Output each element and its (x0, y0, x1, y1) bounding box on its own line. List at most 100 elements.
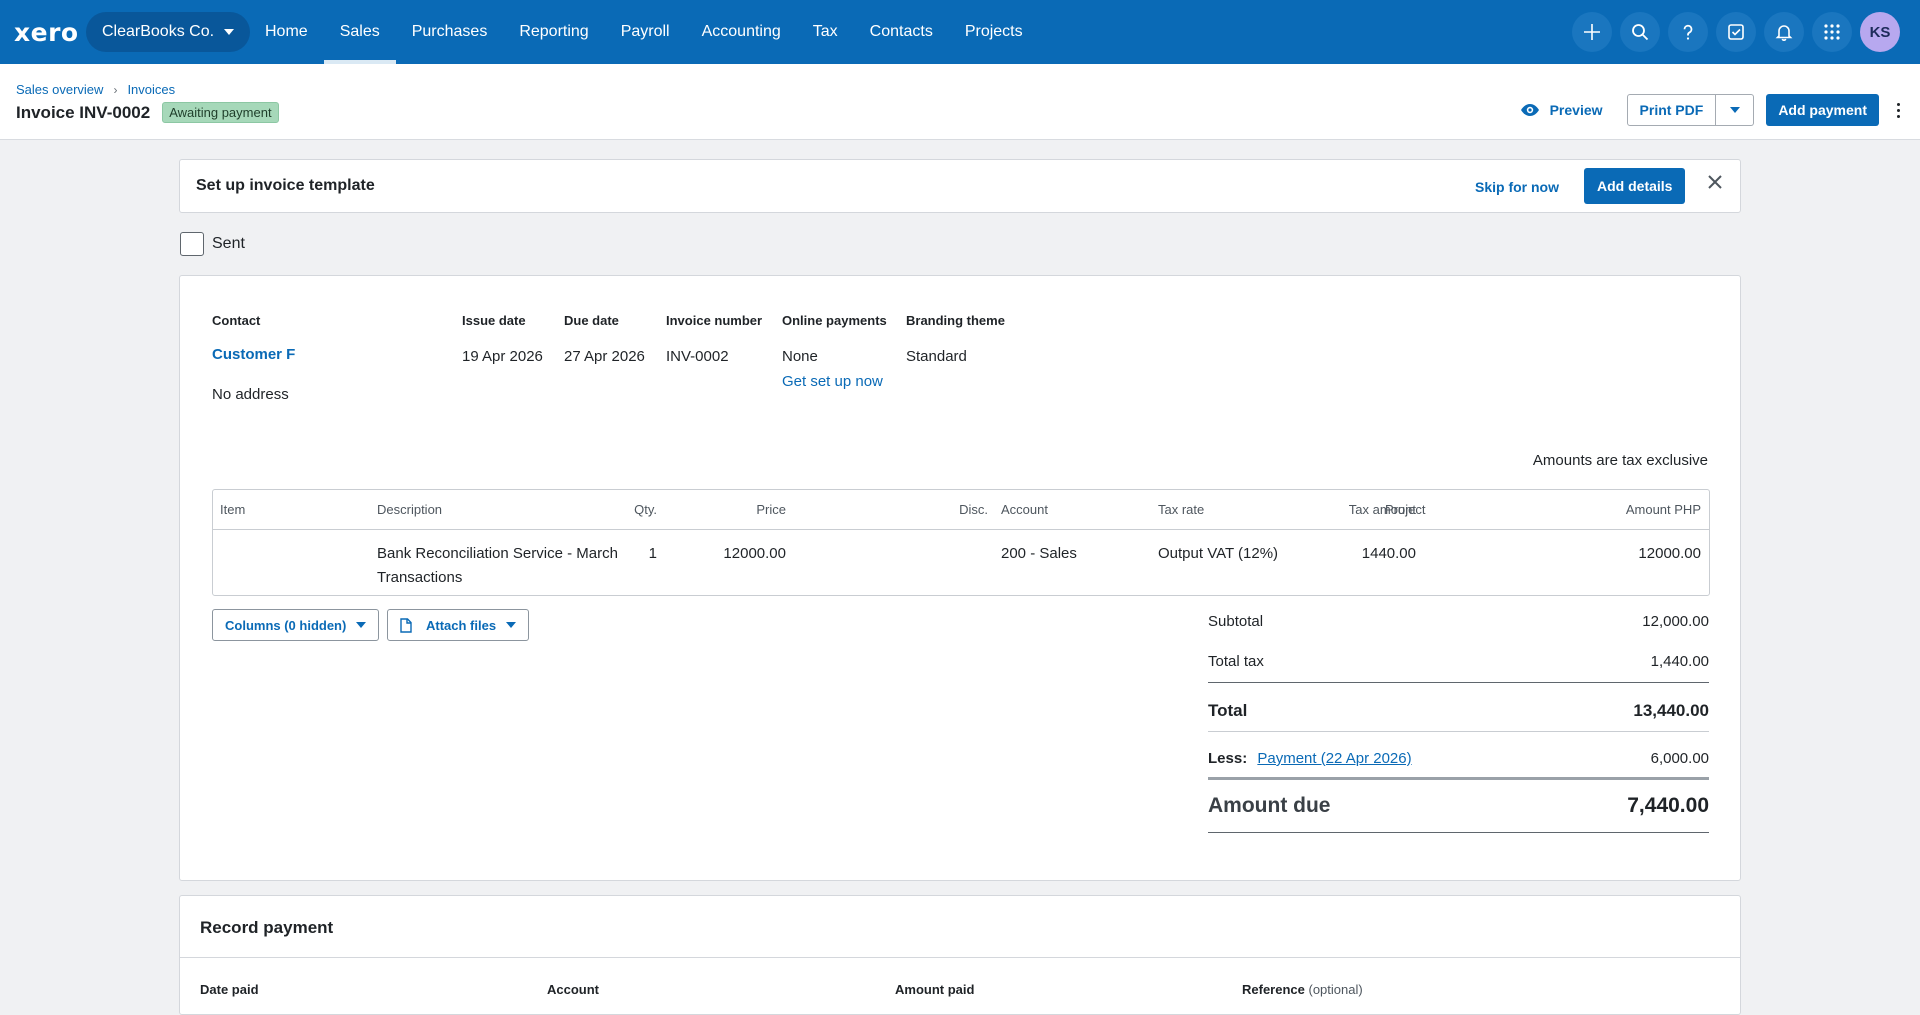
total-value: 13,440.00 (1633, 701, 1709, 720)
issue-date-value: 19 Apr 2026 (462, 348, 543, 365)
sent-checkbox[interactable] (180, 232, 204, 256)
breadcrumb-sales-overview[interactable]: Sales overview (16, 82, 103, 97)
optional-hint: (optional) (1308, 982, 1363, 997)
subtotal-row: Subtotal 12,000.00 (1208, 613, 1709, 630)
user-avatar[interactable]: KS (1860, 12, 1900, 52)
columns-button[interactable]: Columns (0 hidden) (212, 609, 380, 641)
chevron-down-icon (506, 622, 517, 628)
invoice-card: Contact Issue date Due date Invoice numb… (179, 275, 1741, 881)
xero-logo[interactable]: xero (14, 18, 79, 47)
preview-label: Preview (1549, 102, 1603, 118)
bell-icon[interactable] (1764, 12, 1804, 52)
account-label: Account (547, 982, 599, 997)
total-tax-value: 1,440.00 (1650, 653, 1709, 670)
branding-theme-value: Standard (906, 348, 967, 365)
top-navigation: xero ClearBooks Co. Home Sales Purchases… (0, 0, 1920, 64)
line-price[interactable]: 12000.00 (723, 542, 786, 566)
column-project: Project (1385, 502, 1426, 517)
column-item: Item (220, 502, 246, 517)
line-description-line-1: Bank Reconciliation Service - March (377, 545, 618, 562)
page-header: Sales overview › Invoices Invoice INV-00… (0, 64, 1920, 140)
global-actions: KS (1572, 12, 1900, 52)
line-account[interactable]: 200 - Sales (1001, 542, 1077, 566)
amount-due-value: 7,440.00 (1627, 794, 1709, 817)
column-price: Price (756, 502, 786, 517)
line-amount[interactable]: 12000.00 (1638, 542, 1701, 566)
amount-paid-label: Amount paid (895, 982, 975, 997)
help-icon[interactable] (1668, 12, 1708, 52)
chevron-down-icon (356, 622, 367, 628)
total-label: Total (1208, 701, 1248, 720)
due-date-value: 27 Apr 2026 (564, 348, 645, 365)
more-options-icon[interactable] (1897, 102, 1900, 118)
reference-label: Reference (optional) (1242, 982, 1363, 997)
date-paid-label: Date paid (200, 982, 259, 997)
skip-for-now-button[interactable]: Skip for now (1475, 179, 1559, 195)
online-payments-value: None (782, 348, 818, 365)
divider (1208, 731, 1709, 732)
preview-button[interactable]: Preview (1520, 102, 1603, 118)
divider (1208, 832, 1709, 833)
attach-files-button[interactable]: Attach files (387, 609, 530, 641)
nav-reporting[interactable]: Reporting (503, 0, 604, 64)
attach-files-label: Attach files (426, 617, 497, 633)
apps-grid-icon[interactable] (1812, 12, 1852, 52)
nav-projects[interactable]: Projects (949, 0, 1039, 64)
record-payment-title: Record payment (200, 918, 334, 937)
print-options-dropdown[interactable] (1716, 94, 1755, 126)
branding-theme-label: Branding theme (906, 313, 1005, 328)
page-title: Invoice INV-0002 (16, 102, 151, 122)
line-description-line-2: Transactions (377, 569, 463, 586)
payment-row: Less: Payment (22 Apr 2026) 6,000.00 (1208, 750, 1709, 767)
chevron-down-icon (1729, 107, 1740, 113)
line-tax-rate[interactable]: Output VAT (12%) (1158, 542, 1278, 566)
organisation-name: ClearBooks Co. (102, 23, 215, 40)
nav-purchases[interactable]: Purchases (396, 0, 504, 64)
invoice-title-row: Invoice INV-0002 Awaiting payment (16, 102, 279, 123)
organisation-switcher[interactable]: ClearBooks Co. (86, 12, 251, 52)
plus-icon[interactable] (1572, 12, 1612, 52)
get-set-up-now-link[interactable]: Get set up now (782, 373, 883, 390)
column-description: Description (377, 502, 443, 517)
sent-checkbox-row: Sent (180, 232, 245, 256)
total-tax-label: Total tax (1208, 653, 1264, 670)
invoice-number-value: INV-0002 (666, 348, 729, 365)
amount-due-row: Amount due 7,440.00 (1208, 794, 1709, 818)
less-payment: Less: Payment (22 Apr 2026) (1208, 750, 1412, 767)
nav-payroll[interactable]: Payroll (605, 0, 686, 64)
tasks-icon[interactable] (1716, 12, 1756, 52)
tax-mode-note: Amounts are tax exclusive (1532, 452, 1708, 469)
column-account: Account (1001, 502, 1048, 517)
invoice-template-banner: Set up invoice template Skip for now Add… (179, 159, 1741, 213)
nav-sales[interactable]: Sales (323, 0, 396, 64)
divider (180, 957, 1740, 958)
table-header: Item Description Qty. Price Disc. Accoun… (213, 490, 1709, 530)
header-actions: Preview Print PDF Add payment (1520, 94, 1900, 126)
contact-link[interactable]: Customer F (212, 346, 295, 363)
close-icon[interactable] (1708, 175, 1722, 193)
invoice-number-label: Invoice number (666, 313, 763, 328)
columns-button-label: Columns (0 hidden) (225, 617, 347, 633)
nav-accounting[interactable]: Accounting (686, 0, 797, 64)
add-payment-button[interactable]: Add payment (1766, 94, 1879, 126)
nav-tax[interactable]: Tax (797, 0, 854, 64)
line-tax-amount[interactable]: 1440.00 (1362, 542, 1416, 566)
less-label: Less: (1208, 750, 1248, 767)
line-description[interactable]: Bank Reconciliation Service - March Tran… (377, 542, 637, 590)
payment-link[interactable]: Payment (22 Apr 2026) (1257, 750, 1411, 767)
payment-value: 6,000.00 (1650, 750, 1709, 767)
column-amount: Amount PHP (1625, 502, 1701, 517)
nav-home[interactable]: Home (249, 0, 324, 64)
add-details-button[interactable]: Add details (1584, 168, 1686, 204)
line-qty[interactable]: 1 (649, 542, 657, 566)
print-pdf-button[interactable]: Print PDF (1626, 94, 1717, 126)
chevron-right-icon: › (113, 82, 118, 97)
search-icon[interactable] (1620, 12, 1660, 52)
eye-icon (1520, 104, 1539, 116)
total-tax-row: Total tax 1,440.00 (1208, 653, 1709, 670)
nav-contacts[interactable]: Contacts (854, 0, 949, 64)
main-menu: Home Sales Purchases Reporting Payroll A… (249, 0, 1039, 64)
divider (1208, 682, 1709, 683)
breadcrumb-invoices[interactable]: Invoices (127, 82, 175, 97)
due-date-label: Due date (564, 313, 619, 328)
